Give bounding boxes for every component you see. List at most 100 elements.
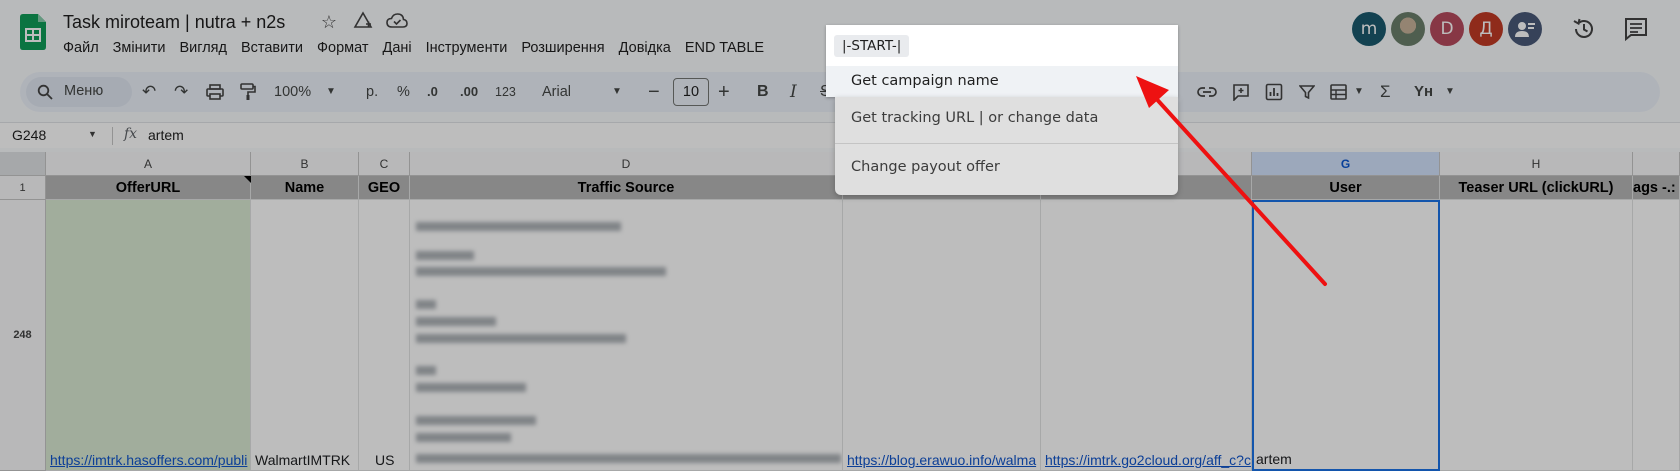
- input-tools-button[interactable]: Yн: [1414, 72, 1433, 112]
- table-cell-e[interactable]: https://blog.erawuo.info/walma: [843, 200, 1041, 471]
- geo-value: US: [375, 452, 395, 468]
- redacted-text: [416, 366, 436, 375]
- select-all-corner[interactable]: [0, 152, 46, 176]
- header-cell-user[interactable]: User: [1252, 176, 1440, 200]
- column-header-a[interactable]: A: [46, 152, 251, 176]
- search-icon: [37, 84, 53, 100]
- fx-icon: fx: [124, 126, 138, 142]
- input-tools-chevron-down-icon[interactable]: ▼: [1445, 72, 1455, 112]
- column-header-d[interactable]: D: [410, 152, 843, 176]
- comments-icon[interactable]: [1623, 16, 1649, 42]
- link-icon[interactable]: [1197, 84, 1217, 100]
- blog-url-link[interactable]: https://blog.erawuo.info/walma: [847, 452, 1036, 468]
- header-cell-teaser-url[interactable]: Teaser URL (clickURL): [1440, 176, 1633, 200]
- bold-button[interactable]: B: [757, 72, 769, 112]
- column-header-h[interactable]: H: [1440, 152, 1633, 176]
- avatar[interactable]: Д: [1469, 12, 1503, 46]
- move-to-drive-icon[interactable]: [352, 11, 374, 33]
- formula-input[interactable]: artem: [148, 127, 184, 143]
- table-cell-tags[interactable]: [1633, 200, 1680, 471]
- header-cell-geo[interactable]: GEO: [359, 176, 410, 200]
- insert-chart-icon[interactable]: [1265, 83, 1283, 101]
- menu-search[interactable]: Меню: [26, 77, 132, 107]
- name-box-chevron-down-icon[interactable]: ▼: [88, 129, 97, 139]
- spreadsheet-grid: A B C D E F G H 1 OfferURL Name GEO Traf…: [0, 152, 1680, 471]
- column-header-c[interactable]: C: [359, 152, 410, 176]
- version-history-icon[interactable]: [1571, 16, 1597, 42]
- menu-start-chip[interactable]: |-START-|: [834, 35, 910, 57]
- decrease-font-size-icon[interactable]: −: [648, 72, 660, 112]
- header-cell-name[interactable]: Name: [251, 176, 359, 200]
- font-select[interactable]: Arial: [542, 72, 571, 112]
- menu-item-get-tracking-url[interactable]: Get tracking URL | or change data: [835, 97, 1178, 143]
- decrease-decimal-button[interactable]: .0: [427, 72, 438, 112]
- sheets-window: Task miroteam | nutra + n2s ☆ Файл Зміни…: [0, 0, 1680, 471]
- menu-end-table[interactable]: END TABLE: [678, 37, 771, 59]
- menu-edit[interactable]: Змінити: [106, 37, 173, 59]
- sheets-logo-icon[interactable]: [20, 14, 46, 50]
- column-header-b[interactable]: B: [251, 152, 359, 176]
- menu-view[interactable]: Вигляд: [172, 37, 234, 59]
- column-header-g[interactable]: G: [1252, 152, 1440, 176]
- redacted-text: [416, 317, 496, 326]
- selected-cell-user[interactable]: artem: [1252, 200, 1440, 471]
- avatar-more[interactable]: [1508, 12, 1542, 46]
- star-icon[interactable]: ☆: [318, 11, 340, 33]
- menu-data[interactable]: Дані: [376, 37, 419, 59]
- table-cell-geo[interactable]: US: [359, 200, 410, 471]
- header-cell-traffic-source[interactable]: Traffic Source: [410, 176, 843, 200]
- menu-file[interactable]: Файл: [56, 37, 106, 59]
- font-chevron-down-icon[interactable]: ▼: [612, 72, 622, 112]
- italic-button[interactable]: I: [790, 72, 797, 112]
- menu-insert[interactable]: Вставити: [234, 37, 310, 59]
- avatar[interactable]: m: [1352, 12, 1386, 46]
- tracking-url-link[interactable]: https://imtrk.go2cloud.org/aff_c?c: [1045, 452, 1251, 468]
- table-cell-name[interactable]: WalmartIMTRK: [251, 200, 359, 471]
- menu-extensions[interactable]: Розширення: [514, 37, 611, 59]
- row-header-1[interactable]: 1: [0, 176, 46, 200]
- insert-comment-icon[interactable]: [1232, 83, 1250, 101]
- menu-format[interactable]: Формат: [310, 37, 376, 59]
- increase-font-size-icon[interactable]: +: [718, 72, 730, 112]
- filter-views-chevron-down-icon[interactable]: ▼: [1354, 72, 1364, 112]
- avatar-photo[interactable]: [1391, 12, 1425, 46]
- header-cell-tags[interactable]: ags -.:: [1633, 176, 1680, 200]
- undo-icon[interactable]: ↶: [142, 72, 156, 112]
- menu-item-change-payout-offer[interactable]: Change payout offer: [835, 144, 1178, 195]
- paint-format-icon[interactable]: [240, 83, 256, 101]
- font-size-input[interactable]: 10: [673, 78, 709, 106]
- menu-search-label: Меню: [64, 83, 104, 99]
- redo-icon[interactable]: ↷: [174, 72, 188, 112]
- row-header-248[interactable]: 248: [0, 200, 46, 471]
- menu-help[interactable]: Довідка: [612, 37, 678, 59]
- percent-format-button[interactable]: %: [397, 72, 410, 112]
- menu-item-label: Change payout offer: [851, 159, 1000, 175]
- filter-icon[interactable]: [1299, 84, 1315, 100]
- zoom-chevron-down-icon[interactable]: ▼: [326, 72, 336, 112]
- table-cell-f[interactable]: https://imtrk.go2cloud.org/aff_c?c: [1041, 200, 1252, 471]
- custom-menu-dropdown: |-START-| Get campaign name: [826, 25, 1178, 97]
- avatar[interactable]: D: [1430, 12, 1464, 46]
- increase-decimal-button[interactable]: .00: [460, 72, 478, 112]
- header-cell-offer-url[interactable]: OfferURL: [46, 176, 251, 200]
- name-box[interactable]: G248: [12, 127, 46, 143]
- print-icon[interactable]: [206, 84, 224, 100]
- table-cell-offer-url[interactable]: https://imtrk.hasoffers.com/publi: [46, 200, 251, 471]
- offer-url-link[interactable]: https://imtrk.hasoffers.com/publi: [50, 452, 247, 468]
- redacted-text: [416, 433, 511, 442]
- table-cell-teaser-url[interactable]: [1440, 200, 1633, 471]
- cloud-status-icon[interactable]: [386, 11, 408, 33]
- filter-views-icon[interactable]: [1330, 83, 1350, 101]
- document-title[interactable]: Task miroteam | nutra + n2s: [63, 12, 285, 33]
- redacted-text: [416, 251, 474, 260]
- divider: [112, 127, 113, 145]
- column-header-i[interactable]: [1633, 152, 1680, 176]
- more-formats-button[interactable]: 123: [495, 72, 516, 112]
- collaborator-avatars: m D Д: [1352, 12, 1542, 46]
- zoom-select[interactable]: 100%: [274, 72, 311, 112]
- menu-tools[interactable]: Інструменти: [419, 37, 515, 59]
- menu-item-get-campaign-name[interactable]: Get campaign name: [826, 66, 1178, 97]
- currency-format-button[interactable]: р.: [366, 72, 378, 112]
- functions-button[interactable]: Σ: [1380, 72, 1391, 112]
- table-cell-traffic-source[interactable]: [410, 200, 843, 471]
